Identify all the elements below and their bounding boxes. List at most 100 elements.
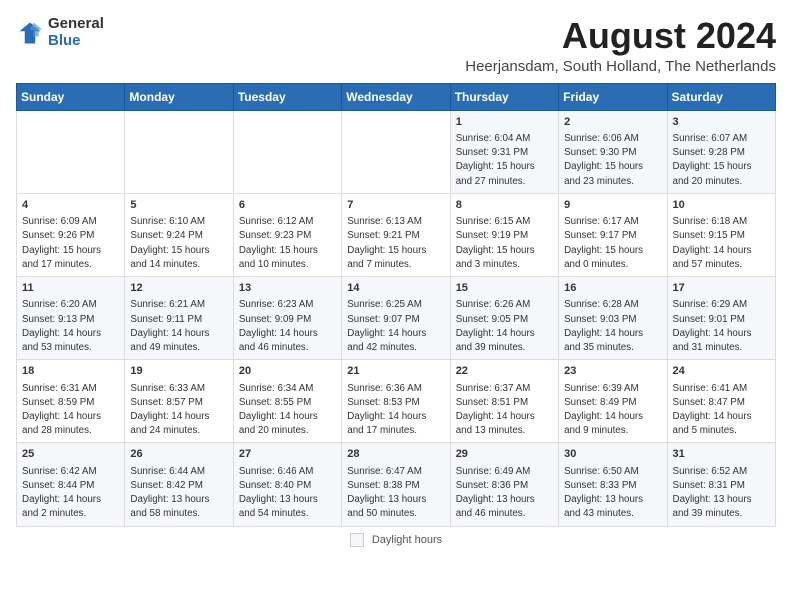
calendar-cell: 23Sunrise: 6:39 AM Sunset: 8:49 PM Dayli… [559,360,667,443]
title-area: August 2024 Heerjansdam, South Holland, … [465,16,776,75]
day-info: Sunrise: 6:34 AM Sunset: 8:55 PM Dayligh… [239,382,336,439]
day-number: 28 [347,447,444,462]
day-info: Sunrise: 6:46 AM Sunset: 8:40 PM Dayligh… [239,465,336,522]
calendar-cell: 12Sunrise: 6:21 AM Sunset: 9:11 PM Dayli… [125,277,233,360]
week-row-3: 11Sunrise: 6:20 AM Sunset: 9:13 PM Dayli… [17,277,776,360]
month-title: August 2024 [465,16,776,56]
week-row-5: 25 Sunrise: 6:42 AM Sunset: 8:44 PM Dayli… [17,443,776,526]
day-info: Sunrise: 6:09 AM Sunset: 9:26 PM Dayligh… [22,215,119,272]
calendar-body: 1Sunrise: 6:04 AM Sunset: 9:31 PM Daylig… [17,110,776,526]
day-info: Sunrise: 6:31 AM Sunset: 8:59 PM Dayligh… [22,382,119,439]
day-number: 26 [130,447,227,462]
day-info: Sunrise: 6:37 AM Sunset: 8:51 PM Dayligh… [456,382,553,439]
day-info: Sunrise: 6:13 AM Sunset: 9:21 PM Dayligh… [347,215,444,272]
day-info: Sunrise: 6:15 AM Sunset: 9:19 PM Dayligh… [456,215,553,272]
day-number: 20 [239,364,336,379]
day-number: 2 [564,115,661,130]
header: General Blue August 2024 Heerjansdam, So… [16,16,776,75]
day-number: 18 [22,364,119,379]
col-header-wednesday: Wednesday [342,83,450,110]
day-info: Sunrise: 6:42 AM Sunset: 8:44 PM Dayligh… [22,465,119,522]
day-number: 8 [456,198,553,213]
day-info: Sunrise: 6:44 AM Sunset: 8:42 PM Dayligh… [130,465,227,522]
calendar-cell: 6 Sunrise: 6:12 AM Sunset: 9:23 PM Daylig… [233,193,341,276]
day-info: Sunrise: 6:18 AM Sunset: 9:15 PM Dayligh… [673,215,770,272]
day-number: 14 [347,281,444,296]
day-number: 23 [564,364,661,379]
week-row-4: 18 Sunrise: 6:31 AM Sunset: 8:59 PM Dayli… [17,360,776,443]
legend-label: Daylight hours [372,534,442,546]
day-number: 5 [130,198,227,213]
day-number: 9 [564,198,661,213]
day-info: Sunrise: 6:20 AM Sunset: 9:13 PM Dayligh… [22,298,119,355]
day-number: 25 [22,447,119,462]
day-info: Sunrise: 6:47 AM Sunset: 8:38 PM Dayligh… [347,465,444,522]
day-number: 31 [673,447,770,462]
day-number: 4 [22,198,119,213]
day-number: 30 [564,447,661,462]
calendar-header: SundayMondayTuesdayWednesdayThursdayFrid… [17,83,776,110]
day-info: Sunrise: 6:10 AM Sunset: 9:24 PM Dayligh… [130,215,227,272]
calendar-cell: 31 Sunrise: 6:52 AM Sunset: 8:31 PM Dayli… [667,443,775,526]
col-header-tuesday: Tuesday [233,83,341,110]
day-info: Sunrise: 6:26 AM Sunset: 9:05 PM Dayligh… [456,298,553,355]
day-number: 29 [456,447,553,462]
day-number: 16 [564,281,661,296]
day-info: Sunrise: 6:52 AM Sunset: 8:31 PM Dayligh… [673,465,770,522]
header-row: SundayMondayTuesdayWednesdayThursdayFrid… [17,83,776,110]
calendar-cell [233,110,341,193]
day-number: 21 [347,364,444,379]
calendar-cell: 19 Sunrise: 6:33 AM Sunset: 8:57 PM Dayli… [125,360,233,443]
calendar-cell: 14 Sunrise: 6:25 AM Sunset: 9:07 PM Dayli… [342,277,450,360]
calendar-cell: 20 Sunrise: 6:34 AM Sunset: 8:55 PM Dayli… [233,360,341,443]
calendar-cell: 7Sunrise: 6:13 AM Sunset: 9:21 PM Daylig… [342,193,450,276]
day-number: 19 [130,364,227,379]
calendar-cell: 24Sunrise: 6:41 AM Sunset: 8:47 PM Dayli… [667,360,775,443]
calendar-cell: 9 Sunrise: 6:17 AM Sunset: 9:17 PM Daylig… [559,193,667,276]
day-info: Sunrise: 6:23 AM Sunset: 9:09 PM Dayligh… [239,298,336,355]
day-number: 22 [456,364,553,379]
calendar-table: SundayMondayTuesdayWednesdayThursdayFrid… [16,83,776,527]
calendar-cell [17,110,125,193]
calendar-cell: 10Sunrise: 6:18 AM Sunset: 9:15 PM Dayli… [667,193,775,276]
calendar-cell: 21 Sunrise: 6:36 AM Sunset: 8:53 PM Dayli… [342,360,450,443]
day-info: Sunrise: 6:25 AM Sunset: 9:07 PM Dayligh… [347,298,444,355]
day-info: Sunrise: 6:29 AM Sunset: 9:01 PM Dayligh… [673,298,770,355]
day-info: Sunrise: 6:36 AM Sunset: 8:53 PM Dayligh… [347,382,444,439]
logo-blue-text: Blue [48,33,104,50]
logo-general-text: General [48,16,104,33]
calendar-cell [342,110,450,193]
calendar-cell: 30Sunrise: 6:50 AM Sunset: 8:33 PM Dayli… [559,443,667,526]
footer-legend: Daylight hours [16,533,776,547]
col-header-monday: Monday [125,83,233,110]
calendar-cell: 18 Sunrise: 6:31 AM Sunset: 8:59 PM Dayli… [17,360,125,443]
calendar-cell: 29 Sunrise: 6:49 AM Sunset: 8:36 PM Dayli… [450,443,558,526]
calendar-cell: 8 Sunrise: 6:15 AM Sunset: 9:19 PM Daylig… [450,193,558,276]
day-number: 3 [673,115,770,130]
calendar-cell: 4 Sunrise: 6:09 AM Sunset: 9:26 PM Daylig… [17,193,125,276]
calendar-cell: 15Sunrise: 6:26 AM Sunset: 9:05 PM Dayli… [450,277,558,360]
location-subtitle: Heerjansdam, South Holland, The Netherla… [465,58,776,75]
day-info: Sunrise: 6:33 AM Sunset: 8:57 PM Dayligh… [130,382,227,439]
col-header-thursday: Thursday [450,83,558,110]
day-info: Sunrise: 6:07 AM Sunset: 9:28 PM Dayligh… [673,132,770,189]
calendar-cell: 1Sunrise: 6:04 AM Sunset: 9:31 PM Daylig… [450,110,558,193]
logo-text: General Blue [48,16,104,49]
day-number: 27 [239,447,336,462]
week-row-2: 4 Sunrise: 6:09 AM Sunset: 9:26 PM Daylig… [17,193,776,276]
calendar-cell: 17 Sunrise: 6:29 AM Sunset: 9:01 PM Dayli… [667,277,775,360]
day-number: 17 [673,281,770,296]
day-info: Sunrise: 6:17 AM Sunset: 9:17 PM Dayligh… [564,215,661,272]
day-info: Sunrise: 6:49 AM Sunset: 8:36 PM Dayligh… [456,465,553,522]
logo: General Blue [16,16,104,49]
calendar-cell: 28 Sunrise: 6:47 AM Sunset: 8:38 PM Dayli… [342,443,450,526]
calendar-cell: 3 Sunrise: 6:07 AM Sunset: 9:28 PM Daylig… [667,110,775,193]
calendar-cell: 2Sunrise: 6:06 AM Sunset: 9:30 PM Daylig… [559,110,667,193]
day-number: 13 [239,281,336,296]
calendar-cell: 27 Sunrise: 6:46 AM Sunset: 8:40 PM Dayli… [233,443,341,526]
day-info: Sunrise: 6:21 AM Sunset: 9:11 PM Dayligh… [130,298,227,355]
day-number: 1 [456,115,553,130]
day-number: 6 [239,198,336,213]
day-info: Sunrise: 6:12 AM Sunset: 9:23 PM Dayligh… [239,215,336,272]
day-info: Sunrise: 6:28 AM Sunset: 9:03 PM Dayligh… [564,298,661,355]
